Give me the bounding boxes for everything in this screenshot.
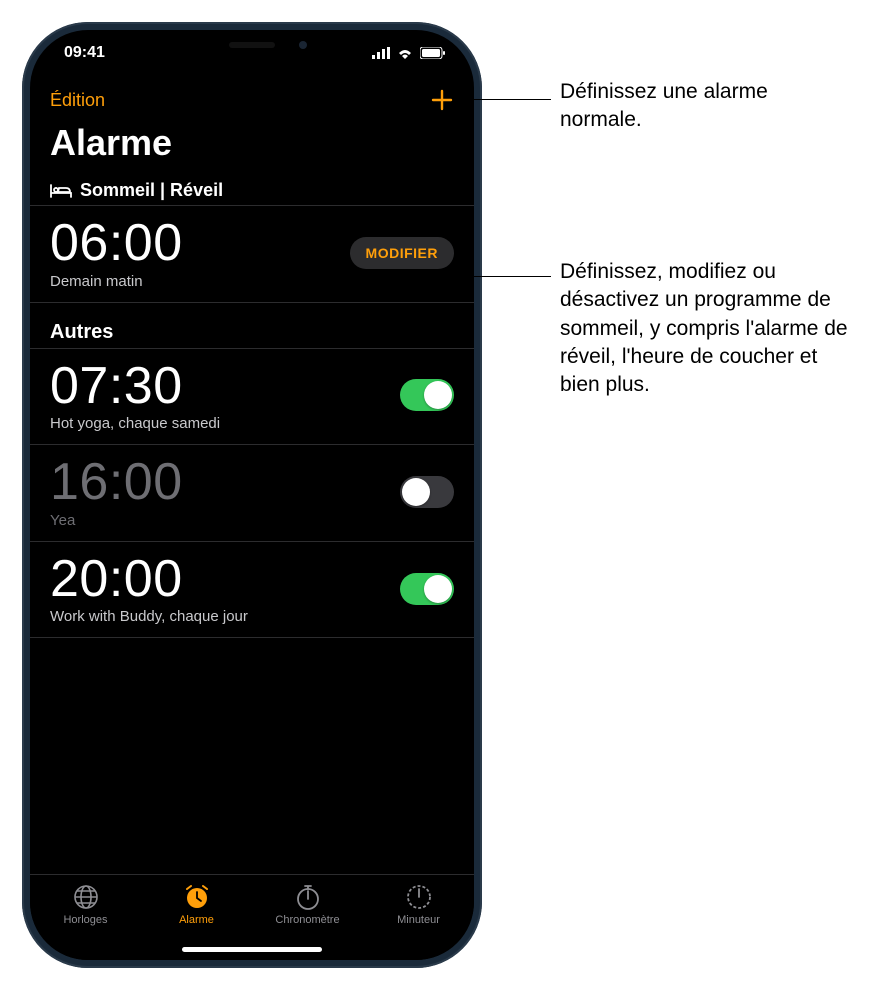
sleep-time: 06:00 [50, 216, 183, 271]
alarm-label: Hot yoga, chaque samedi [50, 415, 220, 432]
sleep-sub: Demain matin [50, 273, 183, 290]
sleep-section-header: Sommeil | Réveil [30, 174, 474, 205]
callout-line [466, 276, 551, 277]
plus-icon [430, 88, 454, 112]
sleep-section-label: Sommeil | Réveil [80, 180, 223, 201]
alarm-label: Yea [50, 512, 183, 529]
battery-icon [420, 47, 446, 59]
timer-icon [405, 883, 433, 911]
tab-worldclock[interactable]: Horloges [41, 883, 131, 960]
alarm-time: 07:30 [50, 359, 220, 414]
phone-frame: 09:41 Édition Alarme Sommeil | Réveil 06… [22, 22, 482, 968]
others-section-header: Autres [30, 303, 474, 348]
alarm-time: 16:00 [50, 455, 183, 510]
callout-modify: Définissez, modifiez ou désactivez un pr… [560, 258, 860, 400]
bed-icon [50, 183, 72, 199]
status-indicators [372, 47, 446, 59]
page-title: Alarme [30, 118, 474, 174]
home-indicator[interactable] [182, 947, 322, 952]
tab-label: Alarme [179, 914, 214, 926]
alarm-icon [183, 883, 211, 911]
alarm-row: 07:30 Hot yoga, chaque samedi [30, 348, 474, 446]
alarm-time: 20:00 [50, 552, 248, 607]
tab-label: Chronomètre [275, 914, 339, 926]
edit-button[interactable]: Édition [50, 90, 105, 111]
nav-bar: Édition [30, 76, 474, 118]
callout-line [456, 99, 551, 100]
alarm-label: Work with Buddy, chaque jour [50, 608, 248, 625]
alarm-toggle[interactable] [400, 379, 454, 411]
sleep-alarm-row: 06:00 Demain matin MODIFIER [30, 205, 474, 303]
status-time: 09:41 [64, 44, 105, 62]
wifi-icon [396, 47, 414, 59]
add-alarm-button[interactable] [430, 88, 454, 113]
tab-label: Horloges [63, 914, 107, 926]
screen: 09:41 Édition Alarme Sommeil | Réveil 06… [30, 30, 474, 960]
stopwatch-icon [294, 883, 322, 911]
tab-timer[interactable]: Minuteur [374, 883, 464, 960]
alarm-toggle[interactable] [400, 573, 454, 605]
alarm-row: 16:00 Yea [30, 445, 474, 542]
alarm-row: 20:00 Work with Buddy, chaque jour [30, 542, 474, 639]
tab-label: Minuteur [397, 914, 440, 926]
modify-sleep-button[interactable]: MODIFIER [350, 237, 454, 269]
notch [157, 30, 347, 60]
signal-icon [372, 47, 390, 59]
callout-add: Définissez une alarme normale. [560, 78, 820, 135]
alarm-toggle[interactable] [400, 476, 454, 508]
globe-icon [72, 883, 100, 911]
